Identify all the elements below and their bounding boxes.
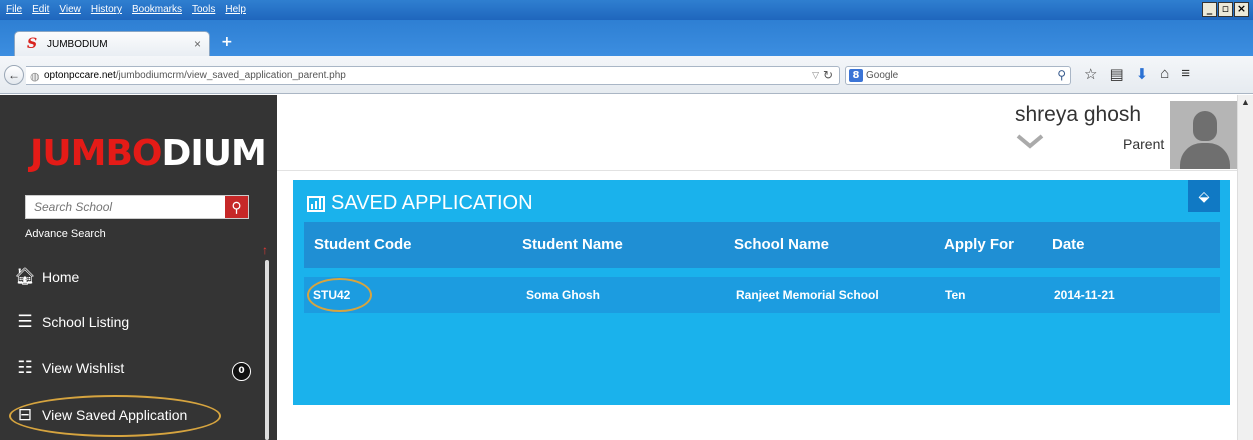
menu-file[interactable]: File	[6, 4, 22, 15]
column-header-date: Date	[1052, 236, 1085, 253]
list-icon: ☰	[17, 312, 33, 331]
tab-title: JUMBODIUM	[47, 39, 108, 50]
chevron-down-icon[interactable]	[1015, 130, 1045, 154]
cell-apply-for: Ten	[945, 288, 966, 302]
browser-search-bar[interactable]: 8 Google ⚲	[845, 66, 1071, 85]
browser-menubar: File Edit View History Bookmarks Tools H…	[0, 0, 1253, 20]
browser-navbar: ← ◍ optonpccare.net/jumbodiumcrm/view_sa…	[0, 56, 1253, 94]
column-header-student-code: Student Code	[314, 236, 412, 253]
scroll-up-arrow-icon: ↑	[262, 243, 268, 257]
logo-red-text: JUMBO	[30, 133, 162, 174]
panel-title-text: SAVED APPLICATION	[331, 192, 533, 214]
column-header-school-name: School Name	[734, 236, 830, 253]
menu-bookmarks[interactable]: Bookmarks	[132, 4, 182, 15]
sidebar-item-school-listing[interactable]: ☰ School Listing	[14, 309, 129, 335]
back-button[interactable]: ←	[4, 65, 24, 85]
url-path: /jumbodiumcrm/view_saved_application_par…	[115, 70, 346, 81]
sidebar-item-home[interactable]: 🏠︎ Home	[14, 264, 79, 290]
scroll-up-icon[interactable]: ▲	[1241, 97, 1250, 107]
hamburger-menu-icon[interactable]: ≡	[1181, 65, 1190, 83]
logo-white-text: DIUM	[161, 133, 267, 174]
url-text: optonpccare.net/jumbodiumcrm/view_saved_…	[44, 70, 346, 81]
menu-edit[interactable]: Edit	[32, 4, 49, 15]
toolbar-icons: ☆ ▤ ⬇ ⌂ ≡	[1084, 65, 1190, 83]
close-window-button[interactable]: ×	[1234, 2, 1249, 17]
search-icon: ⚲	[231, 199, 242, 215]
search-icon[interactable]: ⚲	[1057, 68, 1066, 82]
sidebar-item-label: School Listing	[42, 314, 130, 330]
column-header-apply-for: Apply For	[944, 236, 1014, 253]
user-role: Parent	[1123, 136, 1165, 152]
sidebar: JUMBODIUM ⚲ Advance Search ↑ 🏠︎ Home ☰ S…	[0, 95, 277, 440]
home-icon: 🏠︎	[14, 267, 36, 286]
maximize-button[interactable]: ▫	[1218, 2, 1233, 17]
bar-chart-icon	[307, 195, 325, 212]
table-header: Student Code Student Name School Name Ap…	[304, 222, 1220, 268]
search-engine-label: Google	[866, 70, 899, 81]
close-tab-icon[interactable]: ×	[194, 37, 201, 51]
user-name: shreya ghosh	[1015, 103, 1142, 126]
page-header: shreya ghosh Parent	[277, 95, 1253, 171]
wishlist-count-badge: 0	[232, 362, 251, 381]
menu-tools[interactable]: Tools	[192, 4, 215, 15]
table-row[interactable]: STU42 Soma Ghosh Ranjeet Memorial School…	[304, 277, 1220, 313]
reload-icon[interactable]: ↻	[823, 68, 833, 82]
download-icon[interactable]: ⬇	[1136, 65, 1149, 83]
search-button[interactable]: ⚲	[225, 196, 248, 218]
advance-search-link[interactable]: Advance Search	[25, 228, 106, 240]
cell-student-code[interactable]: STU42	[313, 288, 350, 302]
menu-list: File Edit View History Bookmarks Tools H…	[6, 4, 246, 15]
avatar-body	[1180, 143, 1230, 169]
url-domain: optonpccare.net	[44, 70, 116, 81]
browser-tab[interactable]: S JUMBODIUM ×	[14, 31, 210, 56]
home-browser-icon[interactable]: ⌂	[1160, 65, 1169, 83]
menu-history[interactable]: History	[91, 4, 122, 15]
favicon-icon: S	[27, 36, 38, 52]
cell-student-name: Soma Ghosh	[526, 288, 601, 302]
school-search: ⚲	[25, 195, 249, 219]
cell-date: 2014-11-21	[1054, 288, 1115, 302]
wishlist-icon: ☷	[17, 358, 33, 377]
bookmarks-list-icon[interactable]: ▤	[1109, 65, 1123, 83]
tag-button[interactable]: ⬙	[1188, 180, 1220, 212]
menu-help[interactable]: Help	[225, 4, 246, 15]
avatar-head	[1193, 111, 1217, 141]
address-bar[interactable]: ◍ optonpccare.net/jumbodiumcrm/view_save…	[26, 66, 840, 85]
tag-icon: ⬙	[1198, 188, 1210, 204]
new-tab-button[interactable]: +	[221, 34, 233, 50]
avatar[interactable]	[1170, 101, 1238, 169]
globe-icon: ◍	[30, 71, 40, 83]
tab-strip: S JUMBODIUM × +	[0, 20, 1253, 56]
search-school-input[interactable]	[26, 196, 224, 218]
minimize-button[interactable]: _	[1202, 2, 1217, 17]
window-controls: _ ▫ ×	[1202, 2, 1249, 17]
sidebar-item-view-wishlist[interactable]: ☷ View Wishlist	[14, 355, 124, 381]
sidebar-item-label: View Wishlist	[42, 360, 125, 376]
saved-application-panel: SAVED APPLICATION ⬙ Student Code Student…	[293, 180, 1230, 405]
sidebar-scrollbar[interactable]	[265, 260, 269, 440]
cell-school-name: Ranjeet Memorial School	[736, 288, 879, 302]
highlight-annotation	[9, 395, 221, 437]
sidebar-item-label: Home	[42, 269, 80, 285]
logo[interactable]: JUMBODIUM	[30, 133, 267, 174]
google-icon: 8	[849, 69, 863, 82]
bookmark-star-icon[interactable]: ☆	[1084, 65, 1097, 83]
menu-view[interactable]: View	[59, 4, 81, 15]
column-header-student-name: Student Name	[522, 236, 623, 253]
panel-title: SAVED APPLICATION	[307, 192, 533, 215]
page-scrollbar[interactable]: ▲	[1237, 95, 1253, 440]
dropdown-arrow-icon[interactable]: ▽	[812, 70, 819, 81]
